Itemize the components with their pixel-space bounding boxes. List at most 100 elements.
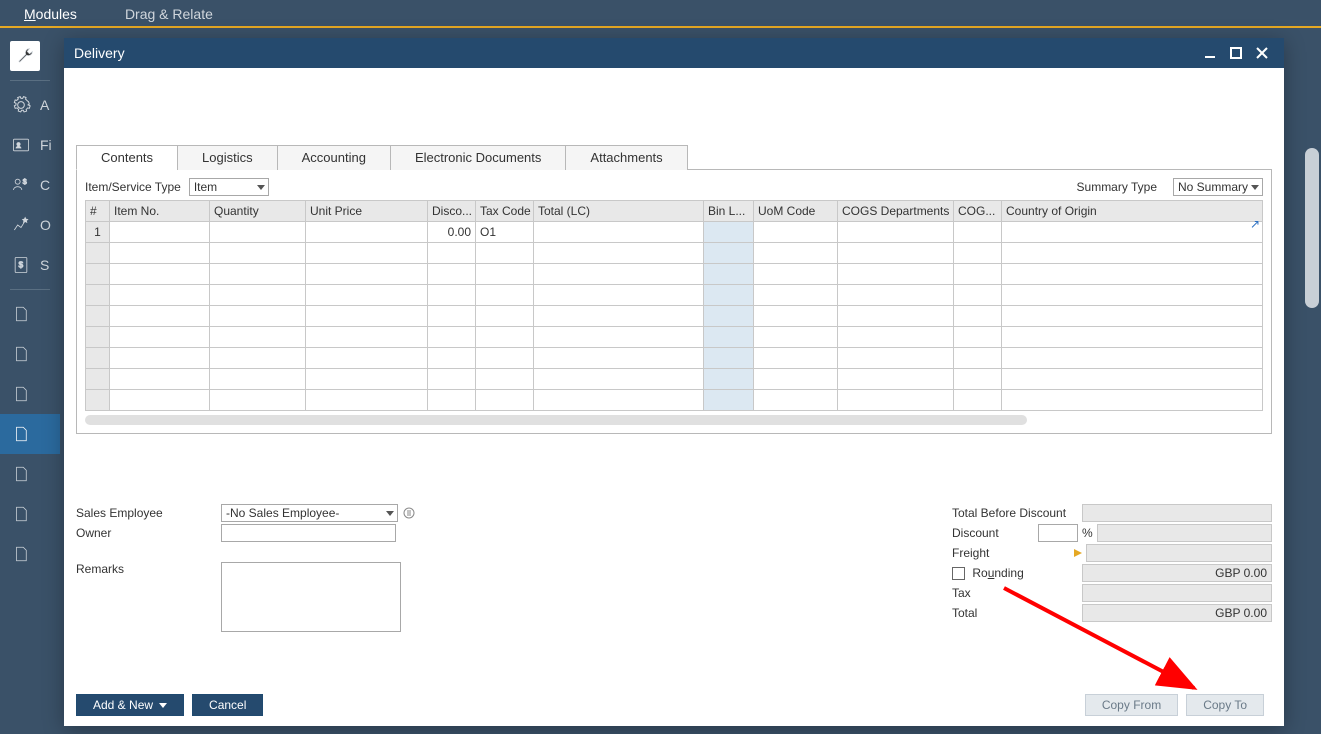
dollar-doc-icon: $ <box>10 254 32 276</box>
summary-type-label: Summary Type <box>1077 180 1157 194</box>
menu-modules[interactable]: Modules <box>0 0 101 26</box>
expand-grid-icon[interactable]: ↗ <box>1250 217 1260 231</box>
table-row[interactable]: 1 0.00 O1 <box>86 222 1263 243</box>
col-taxcode[interactable]: Tax Code <box>476 201 534 222</box>
row-num: 1 <box>86 222 110 243</box>
owner-input[interactable] <box>221 524 396 542</box>
table-row[interactable] <box>86 348 1263 369</box>
discount-label: Discount <box>952 526 1038 540</box>
col-quantity[interactable]: Quantity <box>210 201 306 222</box>
cell-binloc[interactable] <box>704 222 754 243</box>
add-new-button[interactable]: Add & New <box>76 694 184 716</box>
table-row[interactable] <box>86 369 1263 390</box>
sidebar-label: C <box>40 177 50 193</box>
total-before-discount-value <box>1082 504 1272 522</box>
gear-icon <box>10 94 32 116</box>
discount-percent-input[interactable] <box>1038 524 1078 542</box>
grid-hscrollbar[interactable] <box>85 415 1027 425</box>
col-unitprice[interactable]: Unit Price <box>306 201 428 222</box>
sidebar-doc-active[interactable] <box>0 414 60 454</box>
svg-text:$: $ <box>23 177 28 186</box>
sidebar-doc-6[interactable] <box>0 494 60 534</box>
table-row[interactable] <box>86 306 1263 327</box>
cell-cogsdept[interactable] <box>838 222 954 243</box>
sales-employee-label: Sales Employee <box>76 506 221 520</box>
document-icon <box>10 543 32 565</box>
tax-value <box>1082 584 1272 602</box>
document-icon <box>10 463 32 485</box>
sidebar-label: A <box>40 97 49 113</box>
table-row[interactable] <box>86 243 1263 264</box>
sales-employee-select[interactable]: -No Sales Employee- <box>221 504 398 522</box>
copy-to-button[interactable]: Copy To <box>1186 694 1264 716</box>
document-icon <box>10 343 32 365</box>
remarks-textarea[interactable] <box>221 562 401 632</box>
sidebar-doc-7[interactable] <box>0 534 60 574</box>
menu-drag-relate[interactable]: Drag & Relate <box>101 0 237 26</box>
summary-type-select[interactable]: No Summary <box>1173 178 1263 196</box>
sidebar-doc-2[interactable] <box>0 334 60 374</box>
cell-unitprice[interactable] <box>306 222 428 243</box>
sidebar-admin[interactable]: A <box>0 85 60 125</box>
table-row[interactable] <box>86 285 1263 306</box>
person-card-icon <box>10 134 32 156</box>
tab-electronic-documents[interactable]: Electronic Documents <box>390 145 566 170</box>
maximize-button[interactable] <box>1224 41 1248 65</box>
sidebar-doc-5[interactable] <box>0 454 60 494</box>
page-scrollbar[interactable] <box>1305 148 1319 308</box>
item-service-type-select[interactable]: Item <box>189 178 269 196</box>
cell-itemno[interactable] <box>110 222 210 243</box>
sidebar-doc-1[interactable] <box>0 294 60 334</box>
rounding-checkbox[interactable] <box>952 567 965 580</box>
sidebar-label: Fi <box>40 137 52 153</box>
document-icon <box>10 423 32 445</box>
col-total[interactable]: Total (LC) <box>534 201 704 222</box>
cell-tax[interactable]: O1 <box>476 222 534 243</box>
cell-total[interactable] <box>534 222 704 243</box>
col-uom[interactable]: UoM Code <box>754 201 838 222</box>
sidebar-crm[interactable]: $ C <box>0 165 60 205</box>
close-button[interactable] <box>1250 41 1274 65</box>
percent-sign: % <box>1078 526 1097 540</box>
sidebar-sales[interactable]: $ S <box>0 245 60 285</box>
item-service-type-label: Item/Service Type <box>85 180 181 194</box>
cell-uom[interactable] <box>754 222 838 243</box>
freight-label: Freight <box>952 546 1070 560</box>
col-num[interactable]: # <box>86 201 110 222</box>
svg-text:$: $ <box>19 260 24 270</box>
tab-accounting[interactable]: Accounting <box>277 145 391 170</box>
tab-contents[interactable]: Contents <box>76 145 178 170</box>
sidebar-tool[interactable] <box>0 36 60 76</box>
table-row[interactable] <box>86 327 1263 348</box>
tab-logistics[interactable]: Logistics <box>177 145 278 170</box>
delivery-window: Delivery Contents Logistics Accounting E… <box>64 38 1284 726</box>
cell-discount[interactable]: 0.00 <box>428 222 476 243</box>
col-itemno[interactable]: Item No. <box>110 201 210 222</box>
col-binloc[interactable]: Bin L... <box>704 201 754 222</box>
cell-country[interactable] <box>1002 222 1263 243</box>
total-label: Total <box>952 606 1082 620</box>
sidebar-opportunities[interactable]: O <box>0 205 60 245</box>
cell-qty[interactable] <box>210 222 306 243</box>
sales-employee-detail-icon[interactable] <box>402 506 416 520</box>
tab-attachments[interactable]: Attachments <box>565 145 687 170</box>
sidebar-doc-3[interactable] <box>0 374 60 414</box>
rounding-checkbox-label[interactable]: Rounding <box>952 566 1082 580</box>
minimize-button[interactable] <box>1198 41 1222 65</box>
sidebar-financials[interactable]: Fi <box>0 125 60 165</box>
col-discount[interactable]: Disco... <box>428 201 476 222</box>
col-cogs-dept[interactable]: COGS Departments <box>838 201 954 222</box>
window-titlebar: Delivery <box>64 38 1284 68</box>
copy-from-button[interactable]: Copy From <box>1085 694 1178 716</box>
tabstrip: Contents Logistics Accounting Electronic… <box>76 144 1272 170</box>
window-title: Delivery <box>74 45 125 61</box>
document-icon <box>10 383 32 405</box>
cell-cogs[interactable] <box>954 222 1002 243</box>
line-items-grid[interactable]: # Item No. Quantity Unit Price Disco... … <box>85 200 1263 411</box>
col-cogs[interactable]: COG... <box>954 201 1002 222</box>
table-row[interactable] <box>86 264 1263 285</box>
freight-link-icon[interactable] <box>1074 549 1082 557</box>
cancel-button[interactable]: Cancel <box>192 694 263 716</box>
table-row[interactable] <box>86 390 1263 411</box>
col-country[interactable]: Country of Origin <box>1002 201 1263 222</box>
